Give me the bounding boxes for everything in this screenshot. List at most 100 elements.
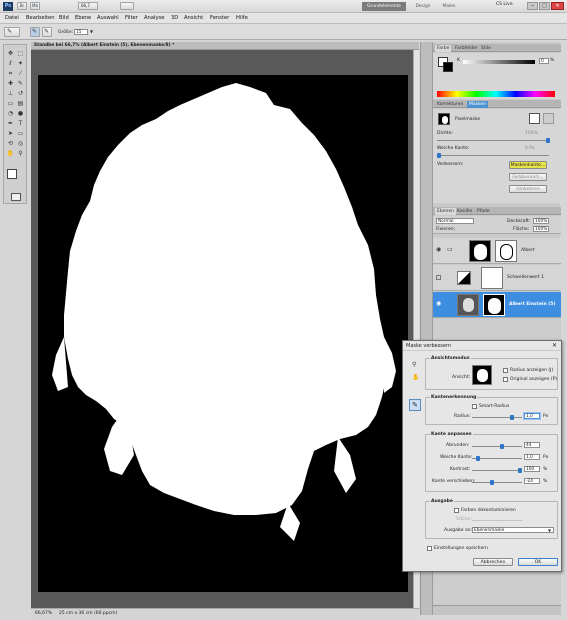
- eye-icon[interactable]: ◉: [436, 247, 441, 253]
- tab-kanaele[interactable]: Kanäle: [455, 208, 474, 215]
- density-value[interactable]: 100%: [525, 131, 538, 136]
- chevron-down-icon[interactable]: ▼: [548, 528, 551, 534]
- menu-filter[interactable]: Filter: [125, 15, 138, 21]
- workspace-button-design[interactable]: Design: [412, 2, 434, 11]
- clone-stamp-tool-icon[interactable]: ⊥: [6, 89, 15, 98]
- quick-mask-icon[interactable]: [11, 193, 21, 201]
- eyedropper-tool-icon[interactable]: ⁄: [16, 69, 25, 78]
- marquee-tool-icon[interactable]: ⬚: [16, 49, 25, 58]
- crop-tool-icon[interactable]: ⌗: [6, 69, 15, 78]
- density-slider[interactable]: [437, 140, 549, 141]
- layer-image-thumbnail[interactable]: [457, 294, 479, 316]
- pen-tool-icon[interactable]: ✒: [6, 119, 15, 128]
- vector-mask-button[interactable]: [543, 113, 554, 124]
- move-tool-icon[interactable]: ✥: [6, 49, 15, 58]
- radius-slider[interactable]: [472, 417, 522, 418]
- color-range-button[interactable]: Farbbereich...: [509, 173, 547, 181]
- contrast-field[interactable]: 100: [524, 466, 540, 472]
- radius-field[interactable]: 1,0: [524, 413, 540, 419]
- tab-farbfelder[interactable]: Farbfelder: [453, 45, 480, 52]
- tab-masken[interactable]: Masken: [467, 101, 489, 108]
- feather-field[interactable]: 1,0: [524, 454, 540, 460]
- smooth-slider[interactable]: [472, 446, 522, 447]
- minimize-window-button[interactable]: –: [527, 2, 538, 10]
- foreground-color-swatch[interactable]: [7, 169, 17, 179]
- workspace-button-grundelemente[interactable]: Grundelemente: [362, 2, 406, 11]
- tab-pfade[interactable]: Pfade: [475, 208, 492, 215]
- feather-slider[interactable]: [437, 155, 549, 156]
- workspace-button-malen[interactable]: Malen: [438, 2, 460, 11]
- menu-bearbeiten[interactable]: Bearbeiten: [26, 15, 55, 21]
- layer-mask-thumbnail[interactable]: [483, 294, 505, 316]
- menu-ebene[interactable]: Ebene: [75, 15, 91, 21]
- color-k-slider[interactable]: [463, 60, 535, 64]
- menu-fenster[interactable]: Fenster: [210, 15, 229, 21]
- path-selection-tool-icon[interactable]: ➤: [6, 129, 15, 138]
- menu-auswahl[interactable]: Auswahl: [97, 15, 119, 21]
- arrange-documents-button[interactable]: [120, 2, 134, 10]
- brush-size-field[interactable]: 15: [74, 29, 88, 35]
- mask-edge-button[interactable]: Maskenkante...: [509, 161, 547, 169]
- menu-analyse[interactable]: Analyse: [144, 15, 164, 21]
- status-zoom[interactable]: 66,67%: [35, 611, 52, 616]
- cancel-button[interactable]: Abbrechen: [473, 558, 513, 566]
- bridge-button[interactable]: Br: [17, 2, 27, 10]
- pixel-mask-button[interactable]: [529, 113, 540, 124]
- dodge-tool-icon[interactable]: ●: [16, 109, 25, 118]
- view-mode-picker[interactable]: [472, 365, 492, 385]
- zoom-level-select[interactable]: 66,7: [78, 2, 98, 10]
- 3d-camera-tool-icon[interactable]: ◎: [16, 139, 25, 148]
- decontaminate-checkbox[interactable]: [454, 508, 459, 513]
- color-k-field[interactable]: 0: [539, 58, 549, 64]
- amount-slider[interactable]: [472, 520, 522, 521]
- refine-radius-tool-icon[interactable]: ✎: [409, 399, 421, 411]
- menu-datei[interactable]: Datei: [5, 15, 19, 21]
- background-color-swatch[interactable]: [443, 62, 453, 72]
- shift-edge-field[interactable]: -24: [524, 478, 540, 484]
- contrast-slider-knob[interactable]: [518, 468, 522, 473]
- menu-3d[interactable]: 3D: [171, 15, 178, 21]
- minibridge-button[interactable]: Mb: [30, 2, 40, 10]
- menu-hilfe[interactable]: Hilfe: [236, 15, 248, 21]
- hand-tool-icon[interactable]: ✋: [412, 375, 419, 381]
- layer-mask-thumbnail[interactable]: [481, 267, 503, 289]
- feather-value[interactable]: 0 Px: [525, 146, 535, 151]
- show-original-checkbox[interactable]: [503, 377, 508, 382]
- shift-edge-slider-knob[interactable]: [490, 480, 494, 485]
- smooth-slider-knob[interactable]: [500, 444, 504, 449]
- close-window-button[interactable]: ✕: [551, 2, 564, 10]
- tab-ebenen[interactable]: Ebenen: [435, 208, 456, 215]
- layer-visibility-box[interactable]: [436, 275, 441, 280]
- menu-bild[interactable]: Bild: [59, 15, 69, 21]
- hand-tool-icon[interactable]: ✋: [6, 149, 15, 158]
- ok-button[interactable]: OK: [518, 558, 558, 566]
- cs-live-button[interactable]: CS Live: [496, 2, 513, 7]
- tab-korrekturen[interactable]: Korrekturen: [435, 101, 465, 108]
- fill-field[interactable]: 100%: [533, 226, 549, 232]
- tab-farbe[interactable]: Farbe: [435, 45, 452, 52]
- brush-tool-icon[interactable]: ✎: [16, 79, 25, 88]
- refine-radius-tool-button[interactable]: ✎: [30, 27, 40, 37]
- blur-tool-icon[interactable]: ◔: [6, 109, 15, 118]
- output-to-select[interactable]: Ebenenmaske: [472, 527, 554, 533]
- layer-mask-thumbnail-2[interactable]: [495, 240, 517, 262]
- layer-row-albert-einstein[interactable]: ◉ Albert Einstein (5): [433, 292, 561, 318]
- chevron-down-icon[interactable]: ▼: [90, 29, 93, 35]
- layer-row-schwellenwert[interactable]: Schwellenwert 1: [433, 265, 561, 291]
- radius-slider-knob[interactable]: [510, 415, 514, 420]
- smart-radius-checkbox[interactable]: [472, 404, 477, 409]
- eye-icon[interactable]: ◉: [436, 301, 441, 307]
- feather-slider-knob[interactable]: [437, 153, 441, 158]
- show-radius-checkbox[interactable]: [503, 368, 508, 373]
- layer-mask-thumbnail[interactable]: [469, 240, 491, 262]
- close-icon[interactable]: ✕: [552, 342, 557, 349]
- type-tool-icon[interactable]: T: [16, 119, 25, 128]
- tool-preset-picker[interactable]: ✎: [4, 27, 20, 37]
- 3d-rotate-tool-icon[interactable]: ⟲: [6, 139, 15, 148]
- opacity-field[interactable]: 100%: [533, 218, 549, 224]
- eraser-tool-icon[interactable]: ▭: [6, 99, 15, 108]
- smooth-field[interactable]: 44: [524, 442, 540, 448]
- invert-button[interactable]: Umkehren: [509, 185, 547, 193]
- document-tab[interactable]: Standbe bei 66,7% (Albert Einstein (5), …: [31, 42, 419, 50]
- color-spectrum-ramp[interactable]: [437, 91, 555, 97]
